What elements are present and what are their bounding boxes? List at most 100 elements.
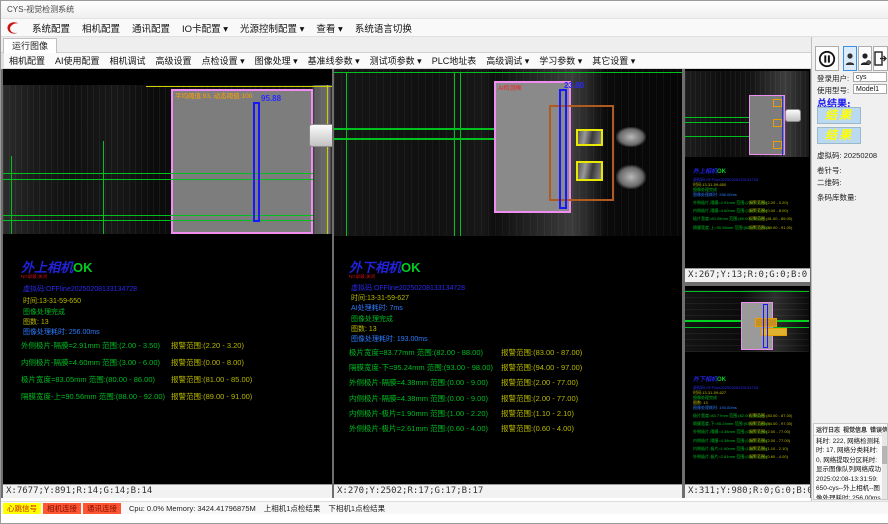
measurement-row: 内侧极片-极片=1.90mm 范围:(1.00 - 2.20)报警范围:(1.1… — [693, 446, 792, 452]
menu-item-light-control[interactable]: 光源控制配置 ▾ — [234, 21, 310, 35]
toolbar-item-spot-check[interactable]: 点检设置 ▾ — [197, 54, 250, 67]
toolbar-item-test-params[interactable]: 测试项参数 ▾ — [365, 54, 427, 67]
comm-link-badge: 通讯连接 — [83, 503, 121, 514]
exit-button[interactable] — [873, 46, 888, 71]
pause-button[interactable] — [815, 46, 839, 71]
measure-vline-green — [11, 156, 12, 234]
camera-view-middle[interactable]: AI检测框 23.80 外下相机OK NG屏蔽:关闭 虚拟码:OFFline20… — [334, 69, 682, 498]
log-scrollbar[interactable] — [882, 432, 887, 499]
toolbar-item-learning-params[interactable]: 学习参数 ▾ — [534, 54, 587, 67]
camera-image-middle[interactable]: AI检测框 23.80 — [334, 69, 682, 236]
camera-thumb-top[interactable]: 外上相机OK 虚拟码:OFFline20250208133134728 时间:1… — [685, 69, 810, 282]
barcode-count-label: 条码库数量: — [817, 192, 857, 203]
ng-note: NG屏蔽:关闭 — [349, 274, 375, 280]
ng-note: NG屏蔽:关闭 — [21, 274, 47, 280]
toolbar-item-advanced-debug[interactable]: 高级调试 ▾ — [481, 54, 534, 67]
measure-vline-green — [454, 72, 455, 236]
menu-item-io-config[interactable]: IO卡配置 ▾ — [176, 21, 234, 35]
measure-vline-green — [346, 72, 347, 236]
titlebar[interactable]: CYS-视觉检测系统 — [1, 1, 888, 19]
login-user-field[interactable]: cys — [853, 72, 887, 82]
pause-icon — [818, 50, 836, 68]
toolbar-item-other-settings[interactable]: 其它设置 ▾ — [587, 54, 640, 67]
right-panel: 登录用户: cys 使用型号: Model1 总结果: 结果 结果 虚拟码: 2… — [811, 37, 888, 501]
measurement-row: 极片宽度=83.77mm 范围:(82.00 - 88.00)报警范围:(83.… — [693, 413, 792, 419]
done-line: 图像处理完成 — [23, 307, 65, 317]
measure-line-green — [3, 215, 313, 216]
menu-item-system-config[interactable]: 系统配置 — [26, 21, 76, 35]
thumb-image-bottom[interactable] — [685, 290, 809, 352]
user-icon — [845, 52, 855, 66]
proc-time-line: 图像处理耗时: 193.00ms — [693, 405, 737, 411]
camera-view-left[interactable]: 平均阈值:93, 动态阈值:100 95.88 外上相机OK NG屏蔽:关闭 虚… — [3, 69, 332, 498]
proc-time-line: 图像处理耗时: 256.00ms — [693, 192, 737, 198]
menu-item-camera-config[interactable]: 相机配置 — [76, 21, 126, 35]
admin-user-button[interactable] — [858, 46, 872, 71]
login-user-label: 登录用户: — [817, 73, 849, 84]
baseline-yellow-vline — [327, 85, 328, 234]
electrode-part-region — [171, 89, 313, 234]
heartbeat-badge: 心跳信号 — [3, 503, 41, 514]
measurement-row: 外侧极片-隔膜=2.91mm 范围:(2.00 - 3.50)报警范围:(2.2… — [693, 200, 792, 206]
measure-line-green — [334, 72, 682, 73]
log-text: 耗时: 222, 网络检测耗时: 17, 网络分类耗时: 0, 网络提取分区耗时… — [814, 436, 887, 500]
roi-box-yellow — [576, 161, 603, 181]
menu-item-language-switch[interactable]: 系统语言切换 — [349, 21, 418, 35]
barcode-line: 虚拟码:OFFline20250208133134728 — [23, 284, 137, 294]
measurement-row: 外侧极片-隔膜=4.38mm 范围:(0.00 - 9.00)报警范围:(2.0… — [693, 429, 792, 435]
tab-run-image[interactable]: 运行图像 — [3, 38, 57, 54]
toolbar-item-baseline-params[interactable]: 基准线参数 ▾ — [303, 54, 365, 67]
toolbar-item-camera-config[interactable]: 相机配置 — [4, 54, 50, 67]
measurement-row: 隔膜宽度-下=95.24mm 范围:(93.00 - 98.00)报警范围:(9… — [349, 362, 582, 373]
user-login-button[interactable] — [843, 46, 857, 71]
toolbar-item-camera-debug[interactable]: 相机调试 — [105, 54, 151, 67]
thumb-title: 外下相机OK — [693, 374, 726, 383]
image-top-band — [3, 69, 332, 85]
thumb-title: 外上相机OK — [693, 166, 726, 175]
log-tab-run[interactable]: 运行日志 — [816, 425, 840, 434]
measurement-list-middle: 极片宽度=83.77mm 范围:(82.00 - 88.00)报警范围:(83.… — [349, 347, 582, 438]
roi-box-blue — [253, 102, 260, 222]
toolbar-item-plc-address[interactable]: PLC地址表 — [427, 54, 482, 67]
camera-thumb-bottom[interactable]: 外下相机OK 虚拟码:OFFline20250208133134728 时间:1… — [685, 286, 810, 498]
measurement-row: 内侧极片-隔膜=4.60mm 范围:(3.00 - 6.00)报警范围:(0.0… — [21, 357, 252, 368]
measure-line-green — [685, 291, 809, 292]
result-ok: OK — [73, 260, 93, 275]
time-line: 时间:13-31-59-650 — [23, 296, 81, 306]
camera-image-left[interactable]: 平均阈值:93, 动态阈值:100 95.88 — [3, 69, 332, 234]
model-field[interactable]: Model1 — [853, 84, 887, 94]
cursor-status-middle: X:270;Y:2502;R:17;G:17;B:17 — [334, 484, 682, 498]
log-scrollbar-thumb[interactable] — [882, 446, 887, 464]
done-line: 图像处理完成 — [351, 314, 393, 324]
roi-box-orange — [773, 141, 782, 149]
thumb-image-top[interactable] — [685, 71, 809, 157]
frames-line: 图数: 13 — [351, 324, 377, 334]
measurement-list-thumb: 外侧极片-隔膜=2.91mm 范围:(2.00 - 3.50)报警范围:(2.2… — [693, 200, 792, 233]
cursor-status-thumb-top: X:267;Y:13;R:0;G:0;B:0 — [685, 268, 810, 282]
metal-tab — [309, 124, 332, 147]
virtual-code-label: 虚拟码: 20250208 — [817, 150, 877, 161]
roi-box-orange — [773, 119, 782, 127]
measurement-list-thumb: 极片宽度=83.77mm 范围:(82.00 - 88.00)报警范围:(83.… — [693, 413, 792, 462]
measurement-row: 外侧极片-隔膜=2.91mm 范围:(2.00 - 3.50)报警范围:(2.2… — [21, 340, 252, 351]
log-tab-vision[interactable]: 视觉信息 — [843, 425, 867, 434]
check-result-upper: 上相机1点检结果 — [264, 503, 321, 514]
roi-box-blue — [763, 304, 768, 348]
toolbar-item-image-processing[interactable]: 图像处理 ▾ — [250, 54, 303, 67]
measurement-row: 外侧极片-隔膜=4.38mm 范围:(0.00 - 9.00)报警范围:(2.0… — [349, 377, 582, 388]
user-gear-icon — [860, 52, 871, 66]
toolbar: 相机配置 AI使用配置 相机调试 高级设置 点检设置 ▾ 图像处理 ▾ 基准线参… — [1, 53, 811, 69]
roi-line-blue — [782, 96, 783, 155]
tabstrip: 运行图像 — [1, 37, 811, 53]
toolbar-item-ai-config[interactable]: AI使用配置 — [50, 54, 105, 67]
menu-item-view[interactable]: 查看 ▾ — [310, 21, 348, 35]
measurement-row: 极片宽度=83.05mm 范围:(80.00 - 86.00)报警范围:(81.… — [693, 216, 792, 222]
app-window: CYS-视觉检测系统 系统配置 相机配置 通讯配置 IO卡配置 ▾ 光源控制配置… — [0, 0, 888, 524]
toolbar-item-advanced-settings[interactable]: 高级设置 — [151, 54, 197, 67]
menu-item-comm-config[interactable]: 通讯配置 — [126, 21, 176, 35]
frames-line: 图数: 13 — [23, 317, 49, 327]
cursor-status-left: X:7677;Y:891;R:14;G:14;B:14 — [3, 484, 332, 498]
measure-line-green — [3, 179, 313, 180]
barcode-line: 虚拟码:OFFline20250208133134728 — [351, 283, 465, 293]
measure-line-green — [3, 173, 313, 174]
